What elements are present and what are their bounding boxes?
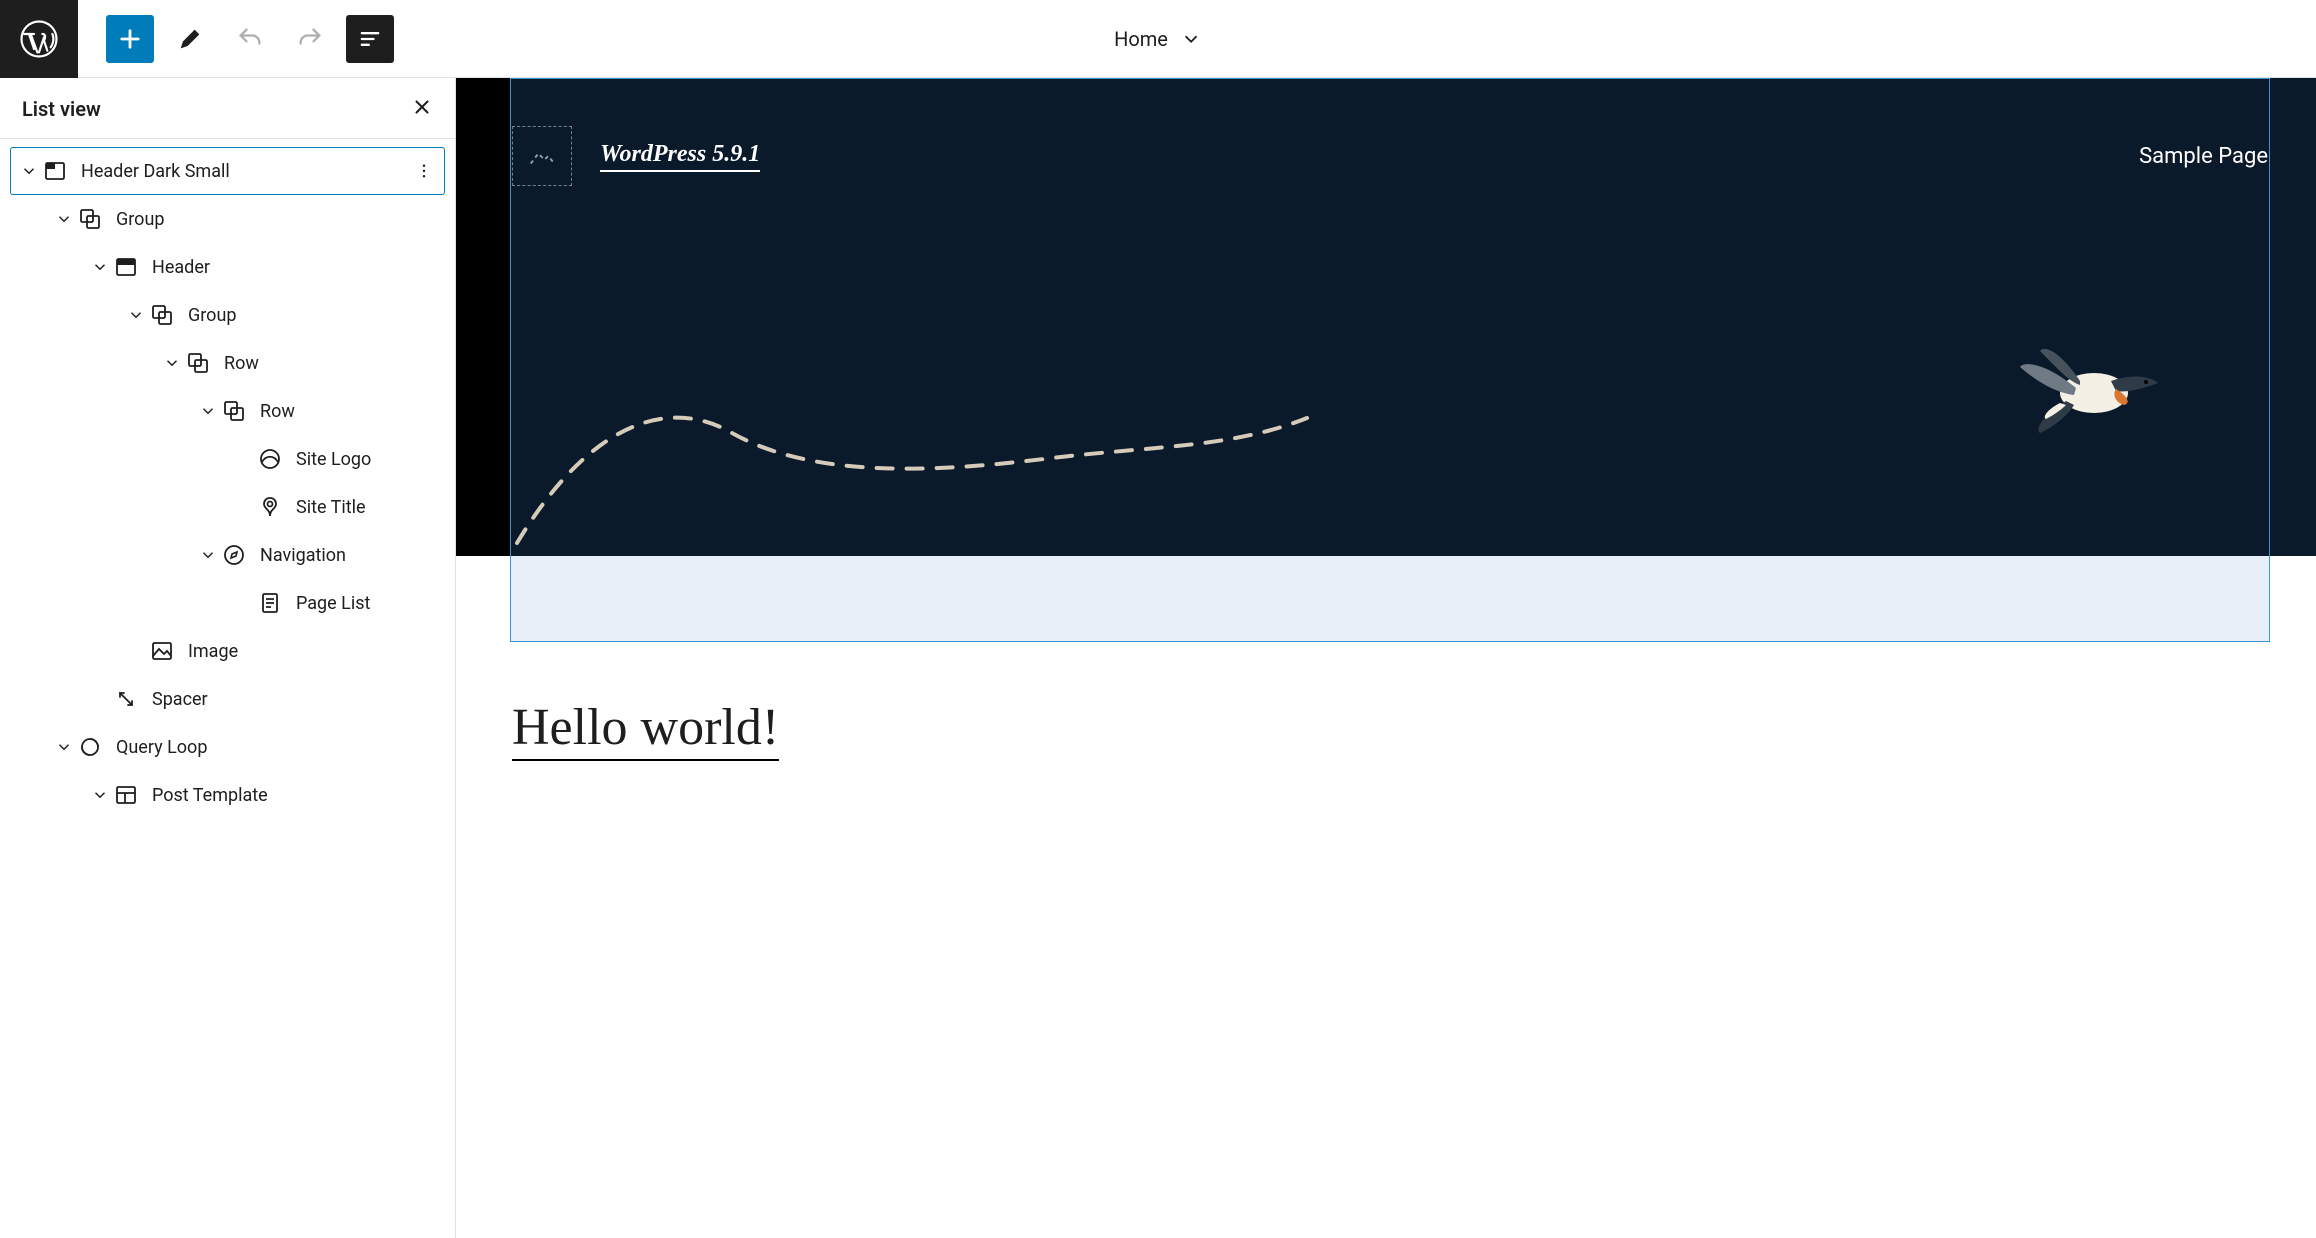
tools-button[interactable] xyxy=(166,15,214,63)
site-title-text[interactable]: WordPress 5.9.1 xyxy=(600,141,760,172)
tree-item[interactable]: Page List xyxy=(10,579,445,627)
chevron-down-icon xyxy=(20,162,38,180)
flight-path-image xyxy=(512,378,1312,548)
tree-item[interactable]: Group xyxy=(10,291,445,339)
tree-item[interactable]: Post Template xyxy=(10,771,445,819)
expand-toggle[interactable] xyxy=(52,210,76,228)
site-header-row: WordPress 5.9.1 Sample Page xyxy=(512,126,2268,186)
undo-button[interactable] xyxy=(226,15,274,63)
wordpress-logo-button[interactable] xyxy=(0,0,78,78)
tree-item[interactable]: Spacer xyxy=(10,675,445,723)
tree-item-label: Spacer xyxy=(152,689,437,710)
pencil-icon xyxy=(176,25,204,53)
expand-toggle[interactable] xyxy=(196,546,220,564)
editor-main: List view Header Dark Small Group Header Gr… xyxy=(0,78,2316,1238)
site-logo-icon xyxy=(256,445,284,473)
list-view-header: List view xyxy=(0,78,455,139)
expand-toggle[interactable] xyxy=(88,786,112,804)
tree-item[interactable]: Row xyxy=(10,387,445,435)
more-vertical-icon xyxy=(415,162,433,180)
expand-toggle[interactable] xyxy=(196,402,220,420)
dark-header-band: WordPress 5.9.1 Sample Page xyxy=(456,78,2316,556)
tree-item[interactable]: Query Loop xyxy=(10,723,445,771)
tree-item[interactable]: Header Dark Small xyxy=(10,147,445,195)
chevron-down-icon xyxy=(55,210,73,228)
query-loop-icon xyxy=(76,733,104,761)
expand-toggle[interactable] xyxy=(124,306,148,324)
post-title-link[interactable]: Hello world! xyxy=(512,698,779,761)
tree-item-label: Header Dark Small xyxy=(81,161,412,182)
header-icon xyxy=(112,253,140,281)
redo-icon xyxy=(296,25,324,53)
tree-item-label: Row xyxy=(224,353,437,374)
chevron-down-icon xyxy=(199,546,217,564)
selection-highlight-strip xyxy=(511,556,2269,641)
expand-toggle[interactable] xyxy=(160,354,184,372)
chevron-down-icon xyxy=(91,786,109,804)
tree-item-label: Header xyxy=(152,257,437,278)
plus-icon xyxy=(116,25,144,53)
group-icon xyxy=(184,349,212,377)
post-template-icon xyxy=(112,781,140,809)
redo-button[interactable] xyxy=(286,15,334,63)
tree-item-label: Page List xyxy=(296,593,437,614)
tree-item-label: Site Title xyxy=(296,497,437,518)
close-icon xyxy=(411,96,433,118)
document-title-dropdown[interactable]: Home xyxy=(1114,27,1202,51)
chevron-down-icon xyxy=(163,354,181,372)
list-view-toggle-button[interactable] xyxy=(346,15,394,63)
chevron-down-icon xyxy=(199,402,217,420)
image-icon xyxy=(148,637,176,665)
template-part-icon xyxy=(41,157,69,185)
group-icon xyxy=(148,301,176,329)
list-view-title: List view xyxy=(22,97,101,121)
expand-toggle[interactable] xyxy=(17,162,41,180)
chevron-down-icon xyxy=(127,306,145,324)
document-title-label: Home xyxy=(1114,27,1168,51)
group-icon xyxy=(220,397,248,425)
tree-item-label: Navigation xyxy=(260,545,437,566)
tree-item-label: Post Template xyxy=(152,785,437,806)
chevron-down-icon xyxy=(91,258,109,276)
chevron-down-icon xyxy=(1180,28,1202,50)
tree-item-label: Site Logo xyxy=(296,449,437,470)
tree-item[interactable]: Row xyxy=(10,339,445,387)
image-placeholder-icon xyxy=(527,141,557,171)
wordpress-icon xyxy=(19,19,59,59)
tree-item-label: Group xyxy=(116,209,437,230)
tree-item[interactable]: Group xyxy=(10,195,445,243)
site-logo-placeholder[interactable] xyxy=(512,126,572,186)
page-list-icon xyxy=(256,589,284,617)
block-tree: Header Dark Small Group Header Group Row Row S… xyxy=(0,139,455,827)
spacer-icon xyxy=(112,685,140,713)
tree-item[interactable]: Navigation xyxy=(10,531,445,579)
tree-item[interactable]: Site Logo xyxy=(10,435,445,483)
block-inserter-button[interactable] xyxy=(106,15,154,63)
nav-link-sample-page[interactable]: Sample Page xyxy=(2139,144,2268,169)
tree-item-label: Row xyxy=(260,401,437,422)
tree-item-label: Query Loop xyxy=(116,737,437,758)
tree-item-label: Image xyxy=(188,641,437,662)
tree-item[interactable]: Header xyxy=(10,243,445,291)
tree-item-options-button[interactable] xyxy=(412,162,436,180)
group-icon xyxy=(76,205,104,233)
tree-item[interactable]: Image xyxy=(10,627,445,675)
expand-toggle[interactable] xyxy=(88,258,112,276)
top-toolbar: Home xyxy=(0,0,2316,78)
tree-item-label: Group xyxy=(188,305,437,326)
chevron-down-icon xyxy=(55,738,73,756)
navigation-icon xyxy=(220,541,248,569)
toolbar-left-group xyxy=(78,15,394,63)
list-view-panel: List view Header Dark Small Group Header Gr… xyxy=(0,78,456,1238)
editor-canvas[interactable]: WordPress 5.9.1 Sample Page xyxy=(456,78,2316,1238)
site-title-icon xyxy=(256,493,284,521)
bird-image xyxy=(2016,333,2166,443)
expand-toggle[interactable] xyxy=(52,738,76,756)
list-view-icon xyxy=(356,25,384,53)
undo-icon xyxy=(236,25,264,53)
tree-item[interactable]: Site Title xyxy=(10,483,445,531)
list-view-close-button[interactable] xyxy=(411,96,433,122)
